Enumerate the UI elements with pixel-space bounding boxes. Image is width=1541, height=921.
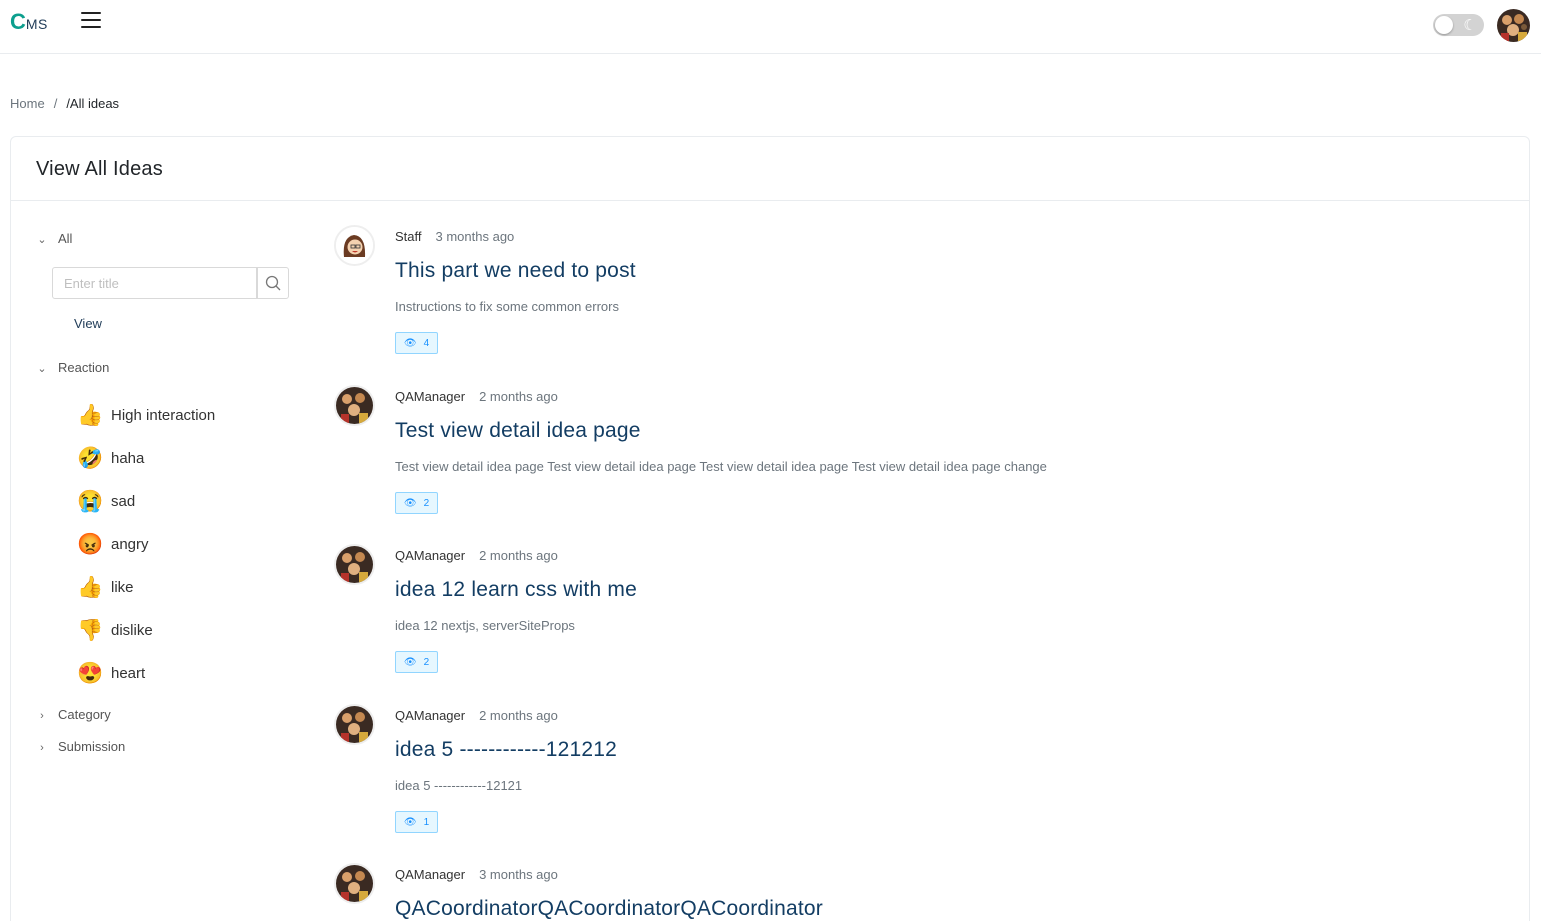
view-count-badge: 👁 1 bbox=[395, 811, 438, 833]
author-avatar bbox=[334, 225, 375, 266]
reaction-haha[interactable]: 🤣 haha bbox=[77, 444, 144, 472]
view-count: 1 bbox=[423, 816, 430, 828]
view-count: 2 bbox=[423, 656, 430, 668]
eye-icon: 👁 bbox=[403, 337, 417, 349]
tree-node-reaction-label: Reaction bbox=[58, 360, 110, 375]
top-bar: CMS ☾ bbox=[0, 0, 1541, 54]
angry-face-icon: 😡 bbox=[77, 532, 104, 556]
idea-title-link[interactable]: idea 5 ------------121212 bbox=[395, 738, 617, 762]
tree-node-submission-label: Submission bbox=[58, 739, 126, 754]
reaction-label: High interaction bbox=[111, 406, 216, 424]
ideas-card: View All Ideas ⌄ All View ⌄ Reaction 👍 High… bbox=[10, 136, 1530, 921]
thumbs-up-icon: 👍 bbox=[77, 403, 104, 427]
breadcrumb-separator: / bbox=[53, 96, 58, 111]
user-avatar[interactable] bbox=[1497, 9, 1530, 42]
idea-meta: Staff 3 months ago bbox=[395, 229, 514, 244]
author-avatar bbox=[334, 863, 375, 904]
eye-icon: 👁 bbox=[403, 656, 417, 668]
thumbs-down-icon: 👎 bbox=[77, 618, 104, 642]
reaction-high-interaction[interactable]: 👍 High interaction bbox=[77, 401, 215, 429]
idea-meta: QAManager 2 months ago bbox=[395, 708, 558, 723]
idea-meta: QAManager 2 months ago bbox=[395, 548, 558, 563]
idea-meta: QAManager 2 months ago bbox=[395, 389, 558, 404]
author-avatar bbox=[334, 385, 375, 426]
heart-eyes-face-icon: 😍 bbox=[77, 661, 104, 685]
idea-title-link[interactable]: idea 12 learn css with me bbox=[395, 578, 637, 602]
chevron-down-icon: ⌄ bbox=[37, 234, 47, 246]
idea-title-link[interactable]: Test view detail idea page bbox=[395, 419, 641, 443]
author-avatar bbox=[334, 544, 375, 585]
reaction-label: sad bbox=[111, 492, 136, 510]
reaction-sad[interactable]: 😭 sad bbox=[77, 487, 135, 515]
idea-title-link[interactable]: QACoordinatorQACoordinatorQACoordinator bbox=[395, 897, 823, 921]
view-count-badge: 👁 2 bbox=[395, 492, 438, 514]
author-name: Staff bbox=[395, 229, 422, 244]
search-icon bbox=[265, 275, 281, 291]
view-count: 2 bbox=[423, 497, 430, 509]
tree-node-submission[interactable]: › Submission bbox=[35, 739, 125, 759]
breadcrumb: Home / /All ideas bbox=[10, 96, 119, 111]
laughing-face-icon: 🤣 bbox=[77, 446, 104, 470]
toggle-knob bbox=[1435, 16, 1453, 34]
tree-node-all-label: All bbox=[58, 231, 73, 246]
chevron-right-icon: › bbox=[40, 710, 44, 722]
idea-description: idea 5 ------------12121 bbox=[395, 778, 523, 793]
reaction-label: dislike bbox=[111, 621, 153, 639]
post-time: 3 months ago bbox=[435, 229, 515, 244]
breadcrumb-home[interactable]: Home bbox=[10, 96, 45, 111]
chevron-down-icon: ⌄ bbox=[37, 363, 47, 375]
reaction-label: haha bbox=[111, 449, 145, 467]
reaction-dislike[interactable]: 👎 dislike bbox=[77, 616, 153, 644]
idea-meta: QAManager 3 months ago bbox=[395, 867, 558, 882]
app-logo[interactable]: CMS bbox=[10, 9, 48, 35]
reaction-label: angry bbox=[111, 535, 149, 553]
tree-node-category[interactable]: › Category bbox=[35, 707, 111, 727]
view-button[interactable]: View bbox=[74, 316, 102, 331]
hamburger-icon[interactable] bbox=[81, 12, 101, 28]
reaction-like[interactable]: 👍 like bbox=[77, 573, 134, 601]
chevron-right-icon: › bbox=[40, 742, 44, 754]
page-title: View All Ideas bbox=[36, 158, 163, 180]
eye-icon: 👁 bbox=[403, 497, 417, 509]
post-time: 2 months ago bbox=[479, 548, 558, 563]
tree-node-category-label: Category bbox=[58, 707, 111, 722]
logo-letter-c: C bbox=[10, 9, 26, 34]
reaction-label: heart bbox=[111, 664, 146, 682]
card-header: View All Ideas bbox=[11, 137, 1529, 201]
reaction-heart[interactable]: 😍 heart bbox=[77, 659, 145, 687]
post-time: 2 months ago bbox=[479, 708, 558, 723]
tree-node-reaction[interactable]: ⌄ Reaction bbox=[35, 360, 109, 380]
idea-description: Instructions to fix some common errors bbox=[395, 299, 619, 314]
author-name: QAManager bbox=[395, 708, 466, 723]
author-name: QAManager bbox=[395, 389, 466, 404]
idea-description: idea 12 nextjs, serverSiteProps bbox=[395, 618, 575, 633]
thumbs-up-icon: 👍 bbox=[77, 575, 104, 599]
view-count-badge: 👁 4 bbox=[395, 332, 438, 354]
moon-icon: ☾ bbox=[1463, 16, 1477, 34]
breadcrumb-current: /All ideas bbox=[66, 96, 120, 111]
search-button[interactable] bbox=[257, 267, 289, 299]
author-name: QAManager bbox=[395, 548, 466, 563]
author-avatar bbox=[334, 704, 375, 745]
author-name: QAManager bbox=[395, 867, 466, 882]
post-time: 2 months ago bbox=[479, 389, 558, 404]
view-count: 4 bbox=[423, 337, 430, 349]
post-time: 3 months ago bbox=[479, 867, 558, 882]
title-search-input[interactable] bbox=[52, 267, 257, 299]
idea-description: Test view detail idea page Test view det… bbox=[395, 459, 1047, 474]
eye-icon: 👁 bbox=[403, 816, 417, 828]
tree-node-all[interactable]: ⌄ All bbox=[35, 231, 72, 251]
idea-title-link[interactable]: This part we need to post bbox=[395, 259, 636, 283]
crying-face-icon: 😭 bbox=[77, 489, 104, 513]
view-count-badge: 👁 2 bbox=[395, 651, 438, 673]
reaction-angry[interactable]: 😡 angry bbox=[77, 530, 149, 558]
logo-letters-ms: MS bbox=[25, 16, 48, 32]
dark-mode-toggle[interactable]: ☾ bbox=[1433, 14, 1484, 36]
reaction-label: like bbox=[111, 578, 134, 596]
